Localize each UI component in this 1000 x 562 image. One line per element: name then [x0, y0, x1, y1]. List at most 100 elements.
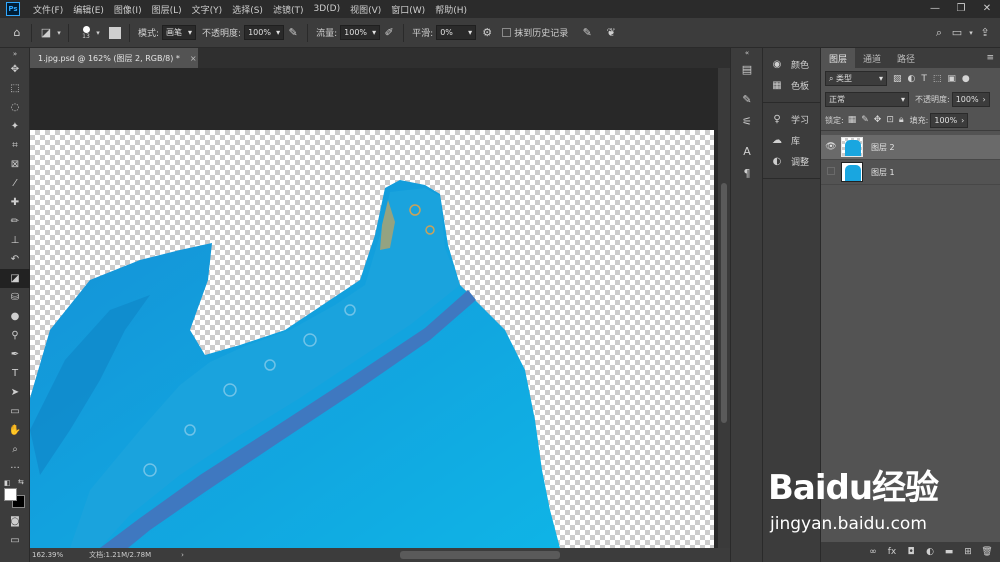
home-icon[interactable]: ⌂ — [8, 24, 26, 42]
smoothing-input[interactable]: 0% ▾ — [436, 25, 477, 40]
minimize-button[interactable]: — — [922, 0, 948, 18]
fill-input[interactable]: 100% › — [930, 112, 969, 128]
hand-tool-icon[interactable]: ✋ — [0, 421, 30, 440]
lock-pixels-icon[interactable]: ✎ — [861, 115, 869, 125]
chevron-down-icon[interactable]: ▾ — [966, 24, 976, 42]
tab-layers[interactable]: 图层 — [821, 48, 856, 68]
menu-select[interactable]: 选择(S) — [227, 3, 268, 16]
erase-history-checkbox[interactable]: 抹到历史记录 — [502, 26, 568, 39]
menu-3d[interactable]: 3D(D) — [308, 4, 345, 14]
eye-icon[interactable]: 👁︎ — [821, 142, 841, 152]
menu-image[interactable]: 图像(I) — [109, 3, 147, 16]
photoshop-logo[interactable]: Ps — [6, 2, 20, 16]
layer-name[interactable]: 图层 1 — [871, 167, 895, 178]
lock-position-icon[interactable]: ✥ — [874, 115, 882, 125]
document-info[interactable]: 文档:1.21M/2.78M — [89, 550, 151, 560]
vertical-scrollbar[interactable] — [718, 68, 730, 548]
canvas-area[interactable] — [30, 68, 718, 548]
eyedropper-tool-icon[interactable]: ⁄ — [0, 174, 30, 193]
path-select-tool-icon[interactable]: ➤ — [0, 383, 30, 402]
default-colors-icon[interactable]: ◧ — [4, 479, 11, 487]
properties-panel-icon[interactable]: ⚟ — [731, 110, 763, 132]
layer-opacity-input[interactable]: 100% › — [951, 92, 990, 107]
chevron-down-icon[interactable]: ▾ — [55, 24, 63, 42]
paint-bucket-tool-icon[interactable]: ⛁ — [0, 288, 30, 307]
panel-grip-icon[interactable]: « — [731, 48, 763, 58]
restore-button[interactable]: ❐ — [948, 0, 974, 18]
history-panel-icon[interactable]: ▤ — [731, 58, 763, 80]
gear-icon[interactable]: ⚙ — [478, 24, 496, 42]
opacity-pressure-icon[interactable]: ✎ — [284, 24, 302, 42]
crop-tool-icon[interactable]: ⌗ — [0, 136, 30, 155]
layer-style-icon[interactable]: fx — [884, 544, 900, 560]
menu-filter[interactable]: 滤镜(T) — [268, 3, 309, 16]
marquee-tool-icon[interactable]: ⬚ — [0, 79, 30, 98]
workspace-icon[interactable]: ▭ — [948, 24, 966, 42]
chevron-down-icon[interactable]: ▾ — [94, 24, 102, 42]
visibility-toggle-empty[interactable] — [821, 166, 841, 178]
filter-type-icon[interactable]: T — [921, 74, 927, 84]
link-layers-icon[interactable]: ∞ — [865, 544, 881, 560]
brush-tool-icon[interactable]: ✏ — [0, 212, 30, 231]
eraser-tool-icon[interactable]: ◪ — [0, 269, 30, 288]
brush-settings-icon[interactable]: ✎ — [731, 88, 763, 110]
menu-view[interactable]: 视图(V) — [345, 3, 386, 16]
color-swatches[interactable]: ◧ ⇆ — [0, 478, 30, 512]
swap-colors-icon[interactable]: ⇆ — [18, 478, 24, 486]
foreground-color-swatch[interactable] — [4, 488, 17, 501]
eraser-preset-icon[interactable]: ◪ — [37, 24, 55, 42]
learn-panel-button[interactable]: ♀ 学习 — [763, 109, 820, 130]
menu-window[interactable]: 窗口(W) — [386, 3, 430, 16]
swatches-panel-button[interactable]: ▦ 色板 — [763, 75, 820, 96]
screen-mode-icon[interactable]: ▭ — [0, 531, 30, 550]
layer-row[interactable]: 图层 1 — [821, 160, 1000, 185]
history-brush-tool-icon[interactable]: ↶ — [0, 250, 30, 269]
color-panel-button[interactable]: ◉ 颜色 — [763, 54, 820, 75]
quick-mask-icon[interactable]: ◙ — [0, 512, 30, 531]
menu-edit[interactable]: 编辑(E) — [68, 3, 109, 16]
filter-smart-icon[interactable]: ▣ — [947, 74, 956, 84]
menu-file[interactable]: 文件(F) — [28, 3, 68, 16]
blend-mode-select[interactable]: 正常 ▾ — [825, 92, 909, 107]
frame-tool-icon[interactable]: ⊠ — [0, 155, 30, 174]
rectangle-tool-icon[interactable]: ▭ — [0, 402, 30, 421]
share-icon[interactable]: ⇪ — [976, 24, 994, 42]
lock-transparent-icon[interactable]: ▦ — [848, 115, 857, 125]
tab-channels[interactable]: 通道 — [855, 48, 889, 68]
dodge-tool-icon[interactable]: ⚲ — [0, 326, 30, 345]
adjustments-panel-button[interactable]: ◐ 调整 — [763, 151, 820, 172]
paragraph-panel-icon[interactable]: ¶ — [731, 162, 763, 184]
healing-tool-icon[interactable]: ✚ — [0, 193, 30, 212]
lock-artboard-icon[interactable]: ⊡ — [886, 115, 894, 125]
mode-select[interactable]: 画笔 ▾ — [162, 25, 197, 40]
filter-pixel-icon[interactable]: ▨ — [893, 74, 902, 84]
filter-shape-icon[interactable]: ⬚ — [933, 74, 942, 84]
character-panel-icon[interactable]: A — [731, 140, 763, 162]
menu-help[interactable]: 帮助(H) — [430, 3, 472, 16]
brush-size-picker[interactable]: 13 — [78, 25, 94, 40]
tab-paths[interactable]: 路径 — [889, 48, 923, 68]
pressure-size-icon[interactable]: ✎ — [578, 24, 596, 42]
add-mask-icon[interactable]: ◘ — [903, 544, 919, 560]
new-layer-icon[interactable]: ⊞ — [960, 544, 976, 560]
lock-all-icon[interactable]: 🔒︎ — [899, 115, 904, 125]
filter-toggle-icon[interactable]: ● — [962, 74, 970, 84]
stamp-tool-icon[interactable]: ⊥ — [0, 231, 30, 250]
opacity-input[interactable]: 100% ▾ — [244, 25, 285, 40]
quick-select-tool-icon[interactable]: ✦ — [0, 117, 30, 136]
document-tab[interactable]: 1.jpg.psd @ 162% (图层 2, RGB/8) * × — [30, 48, 198, 68]
close-button[interactable]: ✕ — [974, 0, 1000, 18]
type-tool-icon[interactable]: T — [0, 364, 30, 383]
filter-kind-select[interactable]: ⌕ 类型 ▾ — [825, 71, 887, 86]
panel-menu-icon[interactable]: ≡ — [986, 48, 1000, 68]
new-group-icon[interactable]: ▬ — [941, 544, 957, 560]
airbrush-icon[interactable]: ✐ — [380, 24, 398, 42]
adjustment-layer-icon[interactable]: ◐ — [922, 544, 938, 560]
close-tab-icon[interactable]: × — [190, 54, 197, 63]
blur-tool-icon[interactable]: ● — [0, 307, 30, 326]
move-tool-icon[interactable]: ✥ — [0, 60, 30, 79]
lasso-tool-icon[interactable]: ◌ — [0, 98, 30, 117]
layer-name[interactable]: 图层 2 — [871, 142, 895, 153]
trash-icon[interactable]: 🗑︎ — [979, 544, 995, 560]
zoom-level[interactable]: 162.39% — [32, 551, 63, 559]
